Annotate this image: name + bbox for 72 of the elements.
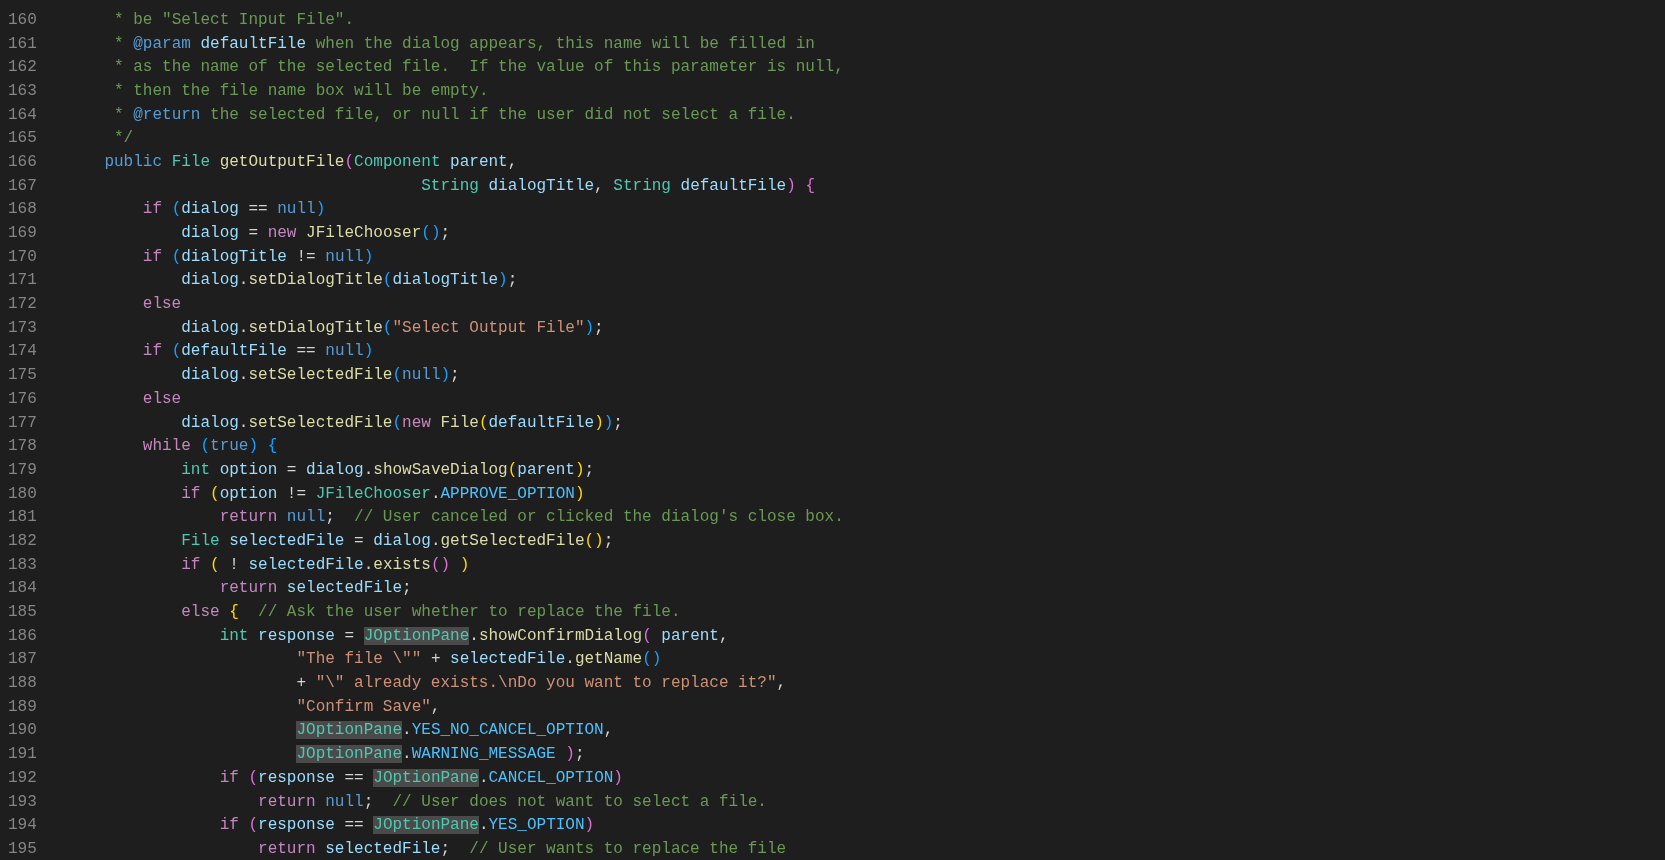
line-number: 178	[7, 437, 38, 456]
line-number: 183	[7, 555, 38, 574]
code-line: if (dialogTitle != null)	[66, 247, 374, 266]
line-number: 184	[7, 579, 38, 598]
line-number: 172	[7, 295, 38, 314]
line-number: 186	[7, 626, 38, 645]
line-number: 160	[7, 10, 38, 29]
code-line: if ( ! selectedFile.exists() )	[66, 555, 470, 574]
line-number: 175	[7, 366, 38, 385]
line-number: 181	[7, 508, 38, 527]
line-number: 189	[7, 697, 38, 716]
line-number: 190	[7, 721, 38, 740]
code-line: * then the file name box will be empty.	[66, 81, 489, 100]
line-number: 165	[7, 129, 38, 148]
code-line: dialog.setDialogTitle("Select Output File");	[66, 318, 604, 337]
line-number: 182	[7, 531, 38, 550]
line-number: 191	[7, 745, 38, 764]
code-line: dialog.setDialogTitle(dialogTitle);	[66, 271, 518, 290]
code-line: if (option != JFileChooser.APPROVE_OPTION)	[66, 484, 585, 503]
code-line: dialog.setSelectedFile(new File(defaultFile));	[66, 413, 623, 432]
code-line: * @param defaultFile when the dialog appears, this name will be filled in	[66, 34, 815, 53]
code-line: return selectedFile; // User wants to replace the file	[66, 839, 787, 858]
line-number: 194	[7, 816, 38, 835]
code-line: dialog = new JFileChooser();	[66, 224, 451, 243]
line-number: 169	[7, 224, 38, 243]
code-line: String dialogTitle, String defaultFile) {	[66, 176, 815, 195]
line-number: 180	[7, 484, 38, 503]
line-number: 164	[7, 105, 38, 124]
line-number: 187	[7, 650, 38, 669]
line-number: 167	[7, 176, 38, 195]
line-number: 177	[7, 413, 38, 432]
code-line: return selectedFile;	[66, 579, 412, 598]
code-line: dialog.setSelectedFile(null);	[66, 366, 460, 385]
line-number: 179	[7, 460, 38, 479]
line-number: 192	[7, 768, 38, 787]
code-line: */	[66, 129, 134, 148]
line-number: 174	[7, 342, 38, 361]
code-line: else { // Ask the user whether to replace the file.	[66, 603, 681, 622]
code-line: public File getOutputFile(Component parent,	[66, 152, 518, 171]
line-number: 168	[7, 200, 38, 219]
code-line: if (defaultFile == null)	[66, 342, 374, 361]
line-number: 195	[7, 839, 38, 858]
code-line: JOptionPane.WARNING_MESSAGE );	[66, 745, 585, 764]
code-line: int option = dialog.showSaveDialog(parent);	[66, 460, 595, 479]
code-line: else	[66, 295, 182, 314]
code-line: File selectedFile = dialog.getSelectedFile();	[66, 531, 614, 550]
code-line: "The file \"" + selectedFile.getName()	[66, 650, 662, 669]
code-line: int response = JOptionPane.showConfirmDialog( parent,	[66, 626, 729, 645]
line-number: 170	[7, 247, 38, 266]
line-number: 161	[7, 34, 38, 53]
code-line: * be "Select Input File".	[66, 10, 355, 29]
line-number: 171	[7, 271, 38, 290]
line-number: 162	[7, 58, 38, 77]
line-number: 176	[7, 389, 38, 408]
line-number: 173	[7, 318, 38, 337]
code-line: + "\" already exists.\nDo you want to replace it?",	[66, 674, 787, 693]
code-line: else	[66, 389, 182, 408]
code-line: JOptionPane.YES_NO_CANCEL_OPTION,	[66, 721, 614, 740]
code-line: return null; // User canceled or clicked the dialog's close box.	[66, 508, 844, 527]
code-line: if (response == JOptionPane.CANCEL_OPTION)	[66, 768, 623, 787]
line-number: 166	[7, 152, 38, 171]
line-number: 188	[7, 674, 38, 693]
code-line: return null; // User does not want to select a file.	[66, 792, 767, 811]
code-line: if (response == JOptionPane.YES_OPTION)	[66, 816, 595, 835]
code-line: while (true) {	[66, 437, 278, 456]
line-number: 193	[7, 792, 38, 811]
code-line: * @return the selected file, or null if the user did not select a file.	[66, 105, 796, 124]
line-number: 185	[7, 603, 38, 622]
line-number: 163	[7, 81, 38, 100]
code-line: "Confirm Save",	[66, 697, 441, 716]
code-line: * as the name of the selected file. If the value of this parameter is null,	[66, 58, 844, 77]
code-line: if (dialog == null)	[66, 200, 326, 219]
